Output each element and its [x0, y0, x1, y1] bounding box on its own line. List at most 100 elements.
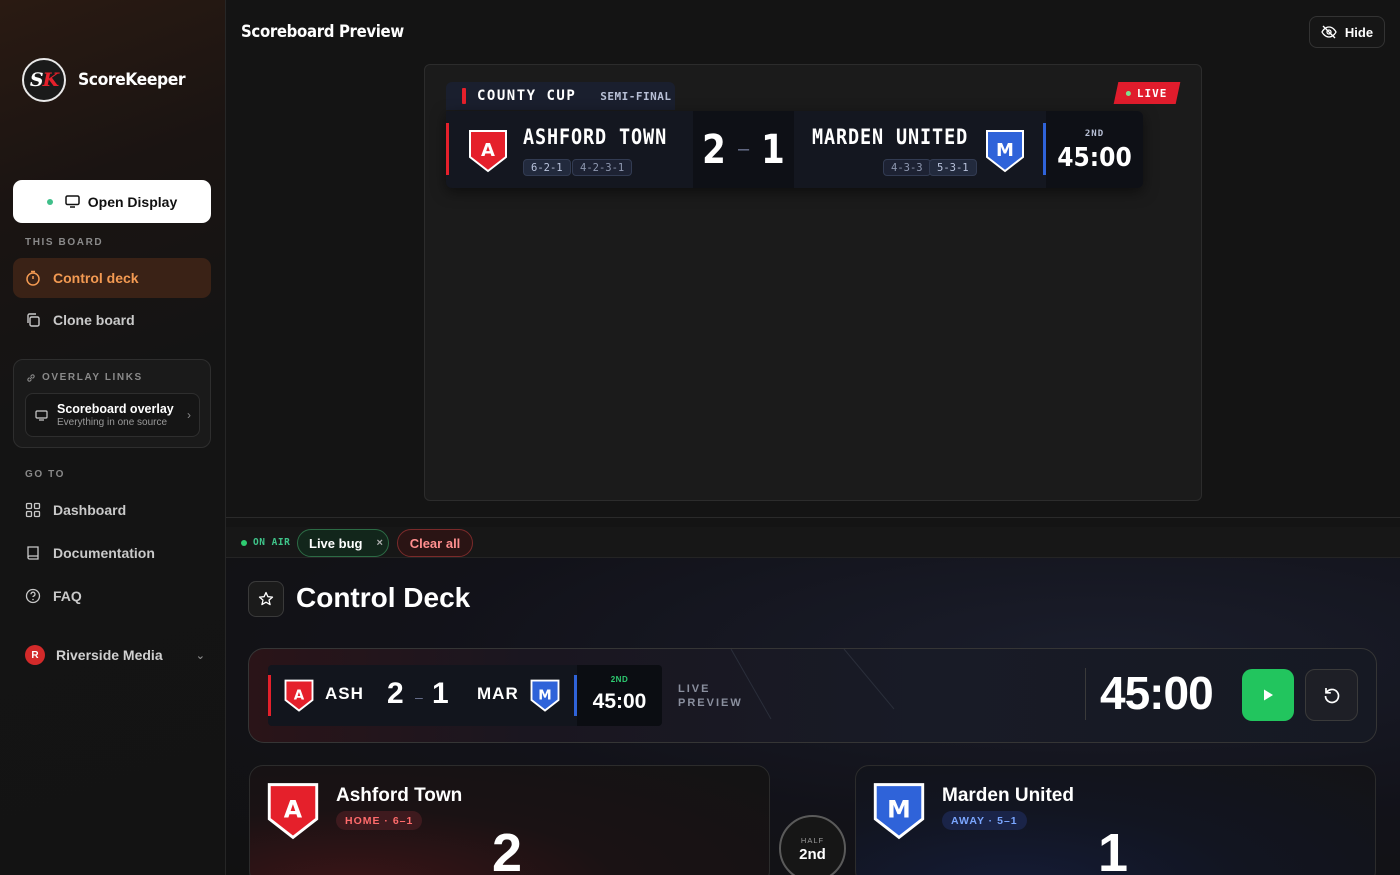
away-team-name: MARDEN UNITED — [812, 125, 969, 149]
big-clock: 45:00 — [1100, 667, 1214, 719]
svg-text:M: M — [887, 796, 911, 824]
away-team-card: M Marden United AWAY · 5–1 1 — [855, 765, 1376, 875]
clear-all-button[interactable]: Clear all — [397, 529, 473, 557]
favorite-button[interactable] — [248, 581, 284, 617]
nav-label: Control deck — [53, 270, 139, 286]
round-name: SEMI-FINAL — [600, 89, 672, 103]
away-score: 1 — [1098, 823, 1129, 875]
mini-home-score: 2 — [387, 677, 404, 710]
brand-name: ScoreKeeper — [78, 70, 186, 90]
half-indicator[interactable]: HALF 2nd — [779, 815, 846, 875]
home-abbr: ASH — [325, 684, 364, 703]
chevron-right-icon: › — [187, 408, 191, 422]
overlay-link-subtitle: Everything in one source — [57, 417, 168, 428]
nav-documentation[interactable]: Documentation — [13, 533, 211, 573]
status-dot — [46, 198, 53, 205]
nav-label: Documentation — [53, 545, 155, 561]
live-bug-chip[interactable]: Live bug × — [297, 529, 389, 557]
nav-label: FAQ — [53, 588, 82, 604]
mini-score-separator: – — [415, 689, 423, 705]
this-board-label: THIS BOARD — [25, 237, 104, 248]
accent-bar — [462, 88, 466, 104]
help-circle-icon — [25, 588, 41, 604]
live-label: LIVE — [1137, 86, 1168, 100]
home-score: 2 — [492, 823, 523, 875]
org-name: Riverside Media — [56, 647, 163, 663]
nav-label: Dashboard — [53, 502, 127, 518]
reset-clock-button[interactable] — [1305, 669, 1358, 721]
mini-clock-box: 2ND 45:00 — [577, 665, 662, 726]
scoreboard-overlay-link[interactable]: Scoreboard overlay Everything in one sou… — [25, 393, 200, 437]
svg-text:A: A — [481, 140, 495, 161]
away-badge-icon: M — [530, 679, 560, 712]
grid-icon — [25, 502, 41, 518]
nav-dashboard[interactable]: Dashboard — [13, 490, 211, 530]
logo-letter-s: S — [29, 69, 44, 91]
score-box: 2 – 1 — [693, 111, 794, 188]
open-display-button[interactable]: Open Display — [13, 180, 211, 223]
sidebar: SK ScoreKeeper Open Display THIS BOARD C… — [0, 0, 226, 875]
chevron-down-icon: ⌄ — [195, 649, 205, 662]
overlay-link-title: Scoreboard overlay — [57, 402, 174, 416]
live-preview-label: LIVE PREVIEW — [678, 682, 743, 710]
monitor-icon — [35, 409, 48, 421]
reset-icon — [1324, 688, 1339, 704]
live-preview-line-1: LIVE — [678, 683, 711, 695]
brand-logo: SK — [22, 58, 66, 102]
play-button[interactable] — [1242, 669, 1294, 721]
away-abbr: MAR — [477, 684, 519, 703]
hide-button[interactable]: Hide — [1309, 16, 1385, 48]
nav-faq[interactable]: FAQ — [13, 576, 211, 616]
logo-letter-k: K — [42, 69, 59, 91]
eye-off-icon — [1321, 25, 1337, 39]
on-air-indicator: ON AIR — [241, 537, 290, 548]
close-icon[interactable]: × — [376, 537, 382, 549]
home-tag: HOME · 6–1 — [336, 811, 423, 830]
avatar: R — [25, 645, 45, 665]
home-team-name: ASHFORD TOWN — [523, 125, 668, 149]
on-air-dot — [241, 539, 247, 546]
home-score: 2 — [702, 126, 726, 173]
home-formation-2: 4-2-3-1 — [572, 159, 633, 176]
svg-text:A: A — [294, 687, 305, 703]
play-icon — [1264, 689, 1273, 701]
link-icon — [27, 373, 35, 382]
on-air-label: ON AIR — [253, 537, 291, 548]
score-separator: – — [737, 138, 750, 160]
org-switcher[interactable]: R Riverside Media ⌄ — [25, 645, 205, 665]
monitor-icon — [65, 195, 80, 208]
live-badge: LIVE — [1113, 82, 1181, 104]
half-value: 2nd — [799, 846, 826, 863]
home-accent — [268, 675, 271, 716]
brand[interactable]: SK ScoreKeeper — [22, 58, 194, 102]
hide-label: Hide — [1344, 24, 1374, 40]
away-tag: AWAY · 5–1 — [942, 811, 1027, 830]
svg-text:A: A — [284, 796, 303, 824]
control-deck-title: Control Deck — [296, 582, 471, 613]
overlay-links-header: OVERLAY LINKS — [26, 372, 143, 383]
half-label: HALF — [800, 836, 825, 845]
away-badge-icon: M — [986, 130, 1024, 173]
nav-control-deck[interactable]: Control deck — [13, 258, 211, 298]
copy-icon — [27, 313, 40, 327]
mini-half: 2ND — [610, 675, 629, 684]
home-badge-icon: A — [469, 130, 507, 173]
overlay-links-label: OVERLAY LINKS — [42, 372, 143, 383]
svg-text:M: M — [538, 687, 551, 703]
overlay-links-panel: OVERLAY LINKS Scoreboard overlay Everyth… — [13, 359, 211, 448]
competition-header: COUNTY CUP SEMI-FINAL — [446, 82, 675, 110]
scoreboard: A ASHFORD TOWN 6-2-1 4-2-3-1 2 – 1 MARDE… — [446, 111, 1143, 188]
clock-box: 2ND 45:00 — [1046, 111, 1143, 188]
live-preview-line-2: PREVIEW — [678, 697, 743, 709]
home-team-name: Ashford Town — [336, 785, 463, 806]
home-accent — [446, 123, 449, 175]
go-to-label: GO TO — [25, 469, 66, 480]
match-clock: 45:00 — [1057, 143, 1132, 173]
divider — [1085, 668, 1086, 720]
away-formation-1: 4-3-3 — [883, 159, 931, 176]
home-formation-1: 6-2-1 — [523, 159, 571, 176]
away-formation-2: 5-3-1 — [929, 159, 977, 176]
away-score: 1 — [761, 126, 785, 173]
nav-clone-board[interactable]: Clone board — [13, 300, 211, 340]
chip-label: Live bug — [309, 535, 363, 551]
